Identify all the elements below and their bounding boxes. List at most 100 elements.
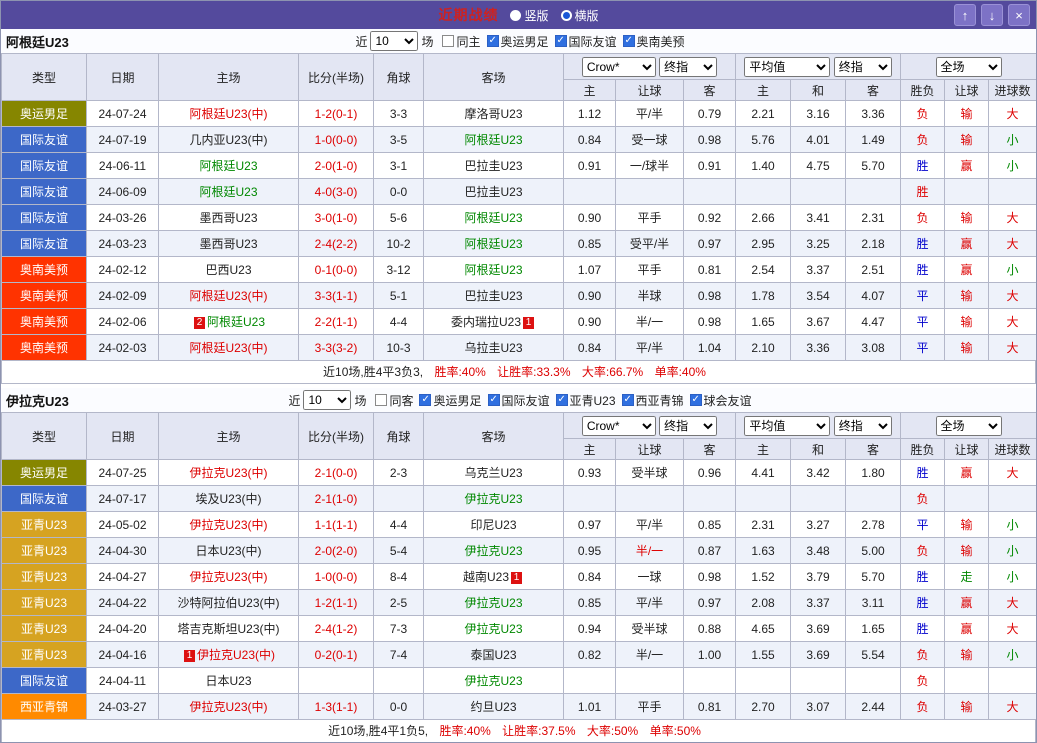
- filter-checkbox[interactable]: 奥南美预: [623, 33, 685, 50]
- home-team-name[interactable]: 塔吉克斯坦U23(中): [177, 622, 279, 636]
- away-team-name[interactable]: 伊拉克U23: [464, 492, 522, 506]
- away-team-cell[interactable]: 伊拉克U23: [424, 538, 564, 564]
- home-team-name[interactable]: 阿根廷U23: [199, 185, 257, 199]
- checkbox-icon[interactable]: [419, 394, 431, 406]
- filter-checkbox[interactable]: 同主: [442, 33, 480, 50]
- away-team-name[interactable]: 阿根廷U23: [464, 263, 522, 277]
- away-team-cell[interactable]: 巴拉圭U23: [424, 283, 564, 309]
- away-team-cell[interactable]: 乌拉圭U23: [424, 335, 564, 361]
- checkbox-icon[interactable]: [375, 394, 387, 406]
- checkbox-icon[interactable]: [623, 35, 635, 47]
- home-team-name[interactable]: 墨西哥U23: [199, 211, 257, 225]
- home-team-cell[interactable]: 日本U23(中): [159, 538, 299, 564]
- close-button[interactable]: ×: [1008, 4, 1030, 26]
- away-team-cell[interactable]: 阿根廷U23: [424, 205, 564, 231]
- away-team-name[interactable]: 伊拉克U23: [464, 596, 522, 610]
- home-team-cell[interactable]: 伊拉克U23(中): [159, 694, 299, 720]
- scope-select[interactable]: 全场: [936, 57, 1002, 77]
- filter-checkbox[interactable]: 奥运男足: [487, 33, 549, 50]
- away-team-cell[interactable]: 伊拉克U23: [424, 590, 564, 616]
- away-team-cell[interactable]: 越南U231: [424, 564, 564, 590]
- checkbox-icon[interactable]: [487, 35, 499, 47]
- filter-checkbox[interactable]: 奥运男足: [419, 392, 481, 409]
- away-team-name[interactable]: 阿根廷U23: [464, 133, 522, 147]
- away-team-name[interactable]: 伊拉克U23: [464, 674, 522, 688]
- away-team-cell[interactable]: 伊拉克U23: [424, 668, 564, 694]
- move-down-button[interactable]: ↓: [981, 4, 1003, 26]
- home-team-name[interactable]: 日本U23: [205, 674, 251, 688]
- away-team-cell[interactable]: 摩洛哥U23: [424, 101, 564, 127]
- away-team-name[interactable]: 乌克兰U23: [464, 466, 522, 480]
- bookmaker-select[interactable]: Crow*: [582, 416, 656, 436]
- home-team-cell[interactable]: 阿根廷U23(中): [159, 101, 299, 127]
- home-team-cell[interactable]: 阿根廷U23: [159, 179, 299, 205]
- home-team-cell[interactable]: 墨西哥U23: [159, 231, 299, 257]
- home-team-name[interactable]: 几内亚U23(中): [189, 133, 267, 147]
- home-team-name[interactable]: 阿根廷U23: [207, 315, 265, 329]
- away-team-name[interactable]: 阿根廷U23: [464, 211, 522, 225]
- home-team-name[interactable]: 伊拉克U23(中): [189, 700, 267, 714]
- match-count-select[interactable]: 10: [303, 390, 351, 410]
- asian-index-select[interactable]: 终指: [659, 57, 717, 77]
- away-team-cell[interactable]: 印尼U23: [424, 512, 564, 538]
- home-team-cell[interactable]: 日本U23: [159, 668, 299, 694]
- away-team-name[interactable]: 伊拉克U23: [464, 544, 522, 558]
- away-team-name[interactable]: 巴拉圭U23: [464, 159, 522, 173]
- home-team-cell[interactable]: 沙特阿拉伯U23(中): [159, 590, 299, 616]
- away-team-cell[interactable]: 委内瑞拉U231: [424, 309, 564, 335]
- away-team-name[interactable]: 约旦U23: [470, 700, 516, 714]
- home-team-cell[interactable]: 埃及U23(中): [159, 486, 299, 512]
- home-team-cell[interactable]: 伊拉克U23(中): [159, 460, 299, 486]
- home-team-name[interactable]: 沙特阿拉伯U23(中): [177, 596, 279, 610]
- home-team-cell[interactable]: 阿根廷U23: [159, 153, 299, 179]
- away-team-cell[interactable]: 约旦U23: [424, 694, 564, 720]
- layout-radio[interactable]: 横版: [561, 7, 599, 24]
- home-team-name[interactable]: 阿根廷U23: [199, 159, 257, 173]
- home-team-cell[interactable]: 巴西U23: [159, 257, 299, 283]
- home-team-name[interactable]: 伊拉克U23(中): [197, 648, 275, 662]
- filter-checkbox[interactable]: 国际友谊: [488, 392, 550, 409]
- away-team-name[interactable]: 乌拉圭U23: [464, 341, 522, 355]
- home-team-cell[interactable]: 阿根廷U23(中): [159, 335, 299, 361]
- layout-radio[interactable]: 竖版: [510, 7, 548, 24]
- away-team-name[interactable]: 巴拉圭U23: [464, 185, 522, 199]
- euro-index-select[interactable]: 终指: [834, 416, 892, 436]
- away-team-cell[interactable]: 伊拉克U23: [424, 486, 564, 512]
- away-team-cell[interactable]: 乌克兰U23: [424, 460, 564, 486]
- home-team-cell[interactable]: 伊拉克U23(中): [159, 564, 299, 590]
- filter-checkbox[interactable]: 西亚青锦: [622, 392, 684, 409]
- filter-checkbox[interactable]: 球会友谊: [690, 392, 752, 409]
- filter-checkbox[interactable]: 亚青U23: [556, 392, 616, 409]
- home-team-name[interactable]: 埃及U23(中): [195, 492, 261, 506]
- home-team-name[interactable]: 伊拉克U23(中): [189, 466, 267, 480]
- move-up-button[interactable]: ↑: [954, 4, 976, 26]
- home-team-name[interactable]: 墨西哥U23: [199, 237, 257, 251]
- match-count-select[interactable]: 10: [370, 31, 418, 51]
- home-team-cell[interactable]: 2阿根廷U23: [159, 309, 299, 335]
- home-team-name[interactable]: 日本U23(中): [195, 544, 261, 558]
- home-team-name[interactable]: 巴西U23: [205, 263, 251, 277]
- checkbox-icon[interactable]: [556, 394, 568, 406]
- scope-select[interactable]: 全场: [936, 416, 1002, 436]
- home-team-cell[interactable]: 阿根廷U23(中): [159, 283, 299, 309]
- radio-icon[interactable]: [510, 10, 521, 21]
- checkbox-icon[interactable]: [555, 35, 567, 47]
- checkbox-icon[interactable]: [442, 35, 454, 47]
- home-team-cell[interactable]: 几内亚U23(中): [159, 127, 299, 153]
- home-team-cell[interactable]: 墨西哥U23: [159, 205, 299, 231]
- filter-checkbox[interactable]: 国际友谊: [555, 33, 617, 50]
- average-select[interactable]: 平均值: [744, 416, 830, 436]
- away-team-cell[interactable]: 泰国U23: [424, 642, 564, 668]
- away-team-name[interactable]: 越南U23: [463, 570, 509, 584]
- bookmaker-select[interactable]: Crow*: [582, 57, 656, 77]
- radio-icon[interactable]: [561, 10, 572, 21]
- away-team-cell[interactable]: 阿根廷U23: [424, 127, 564, 153]
- away-team-name[interactable]: 阿根廷U23: [464, 237, 522, 251]
- checkbox-icon[interactable]: [690, 394, 702, 406]
- away-team-cell[interactable]: 阿根廷U23: [424, 257, 564, 283]
- away-team-name[interactable]: 印尼U23: [470, 518, 516, 532]
- away-team-name[interactable]: 巴拉圭U23: [464, 289, 522, 303]
- home-team-name[interactable]: 阿根廷U23(中): [189, 289, 267, 303]
- home-team-name[interactable]: 伊拉克U23(中): [189, 518, 267, 532]
- checkbox-icon[interactable]: [622, 394, 634, 406]
